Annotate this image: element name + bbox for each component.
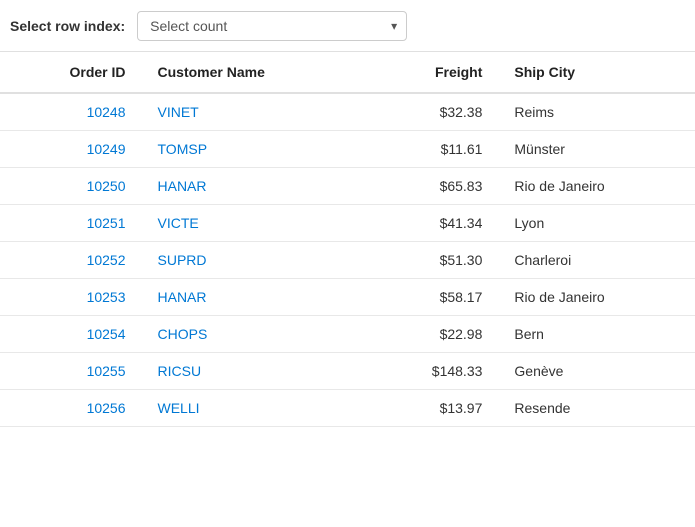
data-table: Order ID Customer Name Freight Ship City… <box>0 52 695 427</box>
cell-orderid: 10251 <box>0 205 142 242</box>
cell-orderid: 10254 <box>0 316 142 353</box>
cell-freight: $32.38 <box>366 93 499 131</box>
table-container: Order ID Customer Name Freight Ship City… <box>0 52 695 527</box>
col-header-orderid: Order ID <box>0 52 142 93</box>
table-row: 10252SUPRD$51.30Charleroi <box>0 242 695 279</box>
cell-customer: TOMSP <box>142 131 366 168</box>
cell-freight: $58.17 <box>366 279 499 316</box>
table-row: 10249TOMSP$11.61Münster <box>0 131 695 168</box>
cell-orderid: 10253 <box>0 279 142 316</box>
row-index-label: Select row index: <box>10 18 125 34</box>
select-count-dropdown[interactable]: Select count 5 10 20 50 <box>137 11 407 41</box>
table-row: 10253HANAR$58.17Rio de Janeiro <box>0 279 695 316</box>
cell-customer: VICTE <box>142 205 366 242</box>
cell-customer: SUPRD <box>142 242 366 279</box>
cell-freight: $51.30 <box>366 242 499 279</box>
cell-freight: $65.83 <box>366 168 499 205</box>
cell-shipcity: Genève <box>498 353 695 390</box>
cell-freight: $22.98 <box>366 316 499 353</box>
cell-shipcity: Reims <box>498 93 695 131</box>
cell-shipcity: Rio de Janeiro <box>498 168 695 205</box>
cell-orderid: 10255 <box>0 353 142 390</box>
col-header-freight: Freight <box>366 52 499 93</box>
select-wrapper: Select count 5 10 20 50 ▾ <box>137 11 407 41</box>
cell-shipcity: Lyon <box>498 205 695 242</box>
cell-shipcity: Resende <box>498 390 695 427</box>
table-row: 10250HANAR$65.83Rio de Janeiro <box>0 168 695 205</box>
cell-shipcity: Rio de Janeiro <box>498 279 695 316</box>
cell-shipcity: Charleroi <box>498 242 695 279</box>
cell-shipcity: Bern <box>498 316 695 353</box>
cell-orderid: 10250 <box>0 168 142 205</box>
col-header-customer: Customer Name <box>142 52 366 93</box>
table-row: 10255RICSU$148.33Genève <box>0 353 695 390</box>
table-row: 10248VINET$32.38Reims <box>0 93 695 131</box>
table-row: 10256WELLI$13.97Resende <box>0 390 695 427</box>
cell-customer: VINET <box>142 93 366 131</box>
cell-orderid: 10256 <box>0 390 142 427</box>
table-scroll[interactable]: Order ID Customer Name Freight Ship City… <box>0 52 695 527</box>
cell-freight: $148.33 <box>366 353 499 390</box>
cell-shipcity: Münster <box>498 131 695 168</box>
cell-customer: HANAR <box>142 279 366 316</box>
col-header-shipcity: Ship City <box>498 52 695 93</box>
cell-orderid: 10249 <box>0 131 142 168</box>
cell-customer: HANAR <box>142 168 366 205</box>
cell-freight: $11.61 <box>366 131 499 168</box>
table-row: 10251VICTE$41.34Lyon <box>0 205 695 242</box>
top-bar: Select row index: Select count 5 10 20 5… <box>0 0 695 52</box>
cell-orderid: 10252 <box>0 242 142 279</box>
cell-freight: $41.34 <box>366 205 499 242</box>
cell-customer: CHOPS <box>142 316 366 353</box>
cell-freight: $13.97 <box>366 390 499 427</box>
cell-orderid: 10248 <box>0 93 142 131</box>
cell-customer: RICSU <box>142 353 366 390</box>
table-header-row: Order ID Customer Name Freight Ship City <box>0 52 695 93</box>
cell-customer: WELLI <box>142 390 366 427</box>
table-row: 10254CHOPS$22.98Bern <box>0 316 695 353</box>
